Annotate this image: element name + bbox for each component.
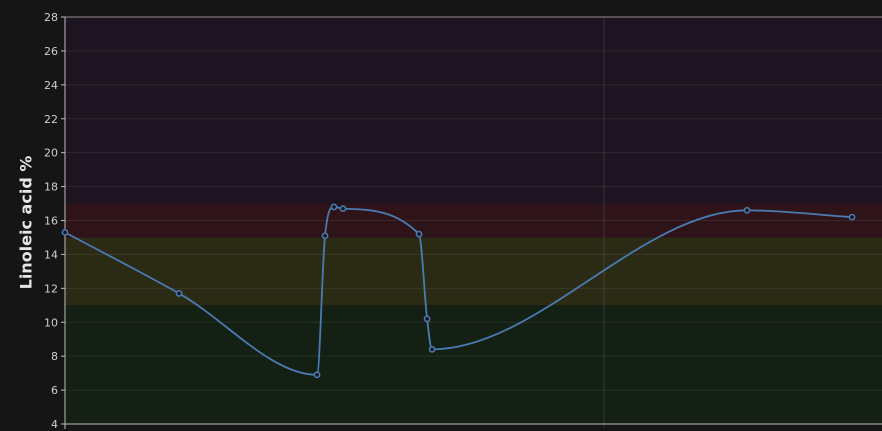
band-3 — [65, 17, 882, 204]
y-tick-labels: 4 6 8 10 12 14 16 18 20 22 24 26 28 — [44, 11, 65, 431]
data-point[interactable] — [415, 230, 423, 238]
y-tick-label: 14 — [44, 248, 58, 261]
data-point[interactable] — [313, 371, 321, 379]
data-point[interactable] — [330, 203, 338, 211]
y-axis-title: Linoleic acid % — [17, 156, 36, 290]
y-tick-label: 6 — [51, 384, 58, 397]
y-tick-label: 28 — [44, 11, 58, 24]
y-tick-label: 8 — [51, 350, 58, 363]
data-point[interactable] — [423, 315, 431, 323]
data-point[interactable] — [848, 213, 856, 221]
y-tick-label: 18 — [44, 181, 58, 194]
data-point[interactable] — [321, 232, 329, 240]
y-tick-label: 16 — [44, 215, 58, 228]
y-tick-label: 10 — [44, 316, 58, 329]
y-tick-label: 12 — [44, 282, 58, 295]
band-1 — [65, 237, 882, 306]
data-point[interactable] — [428, 345, 436, 353]
data-point[interactable] — [743, 206, 751, 214]
band-0 — [65, 305, 882, 424]
y-tick-label: 20 — [44, 147, 58, 160]
y-tick-label: 22 — [44, 113, 58, 126]
y-tick-label: 4 — [51, 418, 58, 431]
data-point[interactable] — [61, 228, 69, 236]
data-point[interactable] — [339, 205, 347, 213]
data-point[interactable] — [175, 290, 183, 297]
y-tick-label: 26 — [44, 45, 58, 58]
y-tick-label: 24 — [44, 79, 58, 92]
linoleic-acid-chart: 4 6 8 10 12 14 16 18 20 22 24 26 28 Linoleic acid % — [17, 11, 882, 431]
